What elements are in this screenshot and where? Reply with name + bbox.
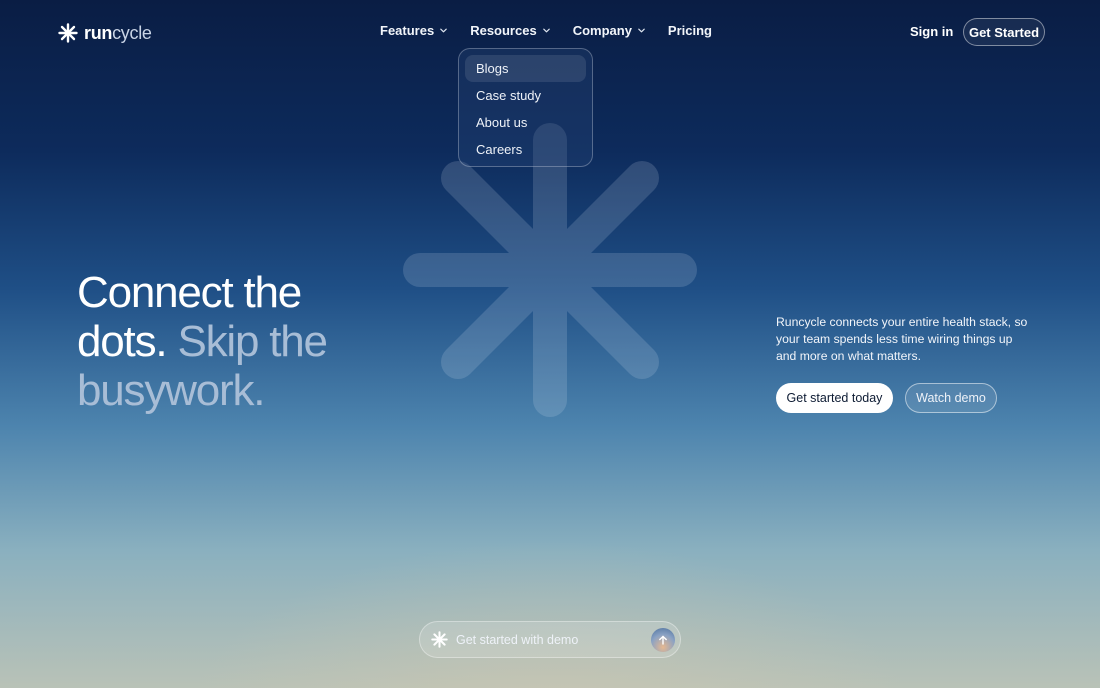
hero-side-panel: Runcycle connects your entire health sta… [776, 314, 1036, 413]
asterisk-logo-icon [58, 23, 78, 43]
dropdown-item-about-us[interactable]: About us [465, 109, 586, 136]
brand-logo[interactable]: runcycle [58, 22, 152, 44]
main-nav: Features Resources Company Pricing [380, 23, 712, 38]
nav-item-label: Company [572, 23, 632, 38]
chevron-down-icon [638, 28, 645, 33]
demo-send-button[interactable] [651, 628, 675, 652]
dropdown-item-case-study[interactable]: Case study [465, 82, 586, 109]
dropdown-item-careers[interactable]: Careers [465, 136, 586, 163]
hero-headline: Connect the dots. Skip the busywork. [77, 268, 417, 415]
brand-name: runcycle [84, 23, 152, 44]
nav-item-features[interactable]: Features [380, 23, 448, 38]
get-started-button[interactable]: Get Started [963, 18, 1045, 46]
chevron-down-icon [542, 28, 550, 33]
nav-item-label: Pricing [667, 23, 712, 38]
nav-item-company[interactable]: Company [573, 23, 646, 38]
hero-line-1: Connect the [77, 268, 302, 317]
arrow-up-icon [659, 635, 667, 645]
nav-item-pricing[interactable]: Pricing [668, 23, 712, 38]
hero-line-3: busywork. [77, 366, 265, 415]
nav-item-label: Features [380, 23, 435, 38]
dropdown-item-blogs[interactable]: Blogs [465, 55, 586, 82]
brand-name-part2: cycle [112, 22, 152, 43]
resources-dropdown-menu: Blogs Case study About us Careers [458, 48, 593, 167]
demo-prompt-bar[interactable]: Get started with demo [419, 621, 681, 658]
hero-description: Runcycle connects your entire health sta… [776, 315, 1028, 363]
get-started-today-button[interactable]: Get started today [776, 383, 893, 413]
hero-line-2-muted: Skip the [177, 317, 328, 366]
hero-cta-row: Get started today Watch demo [776, 383, 1036, 413]
watch-demo-button[interactable]: Watch demo [905, 383, 997, 413]
chevron-down-icon [440, 28, 447, 33]
demo-prompt-text: Get started with demo [456, 632, 579, 647]
nav-item-resources[interactable]: Resources [470, 23, 550, 38]
hero-line-2-white: dots. [77, 317, 168, 366]
sign-in-link[interactable]: Sign in [910, 24, 953, 39]
asterisk-icon [431, 631, 448, 648]
brand-name-part1: run [84, 22, 113, 43]
nav-item-label: Resources [470, 23, 537, 38]
